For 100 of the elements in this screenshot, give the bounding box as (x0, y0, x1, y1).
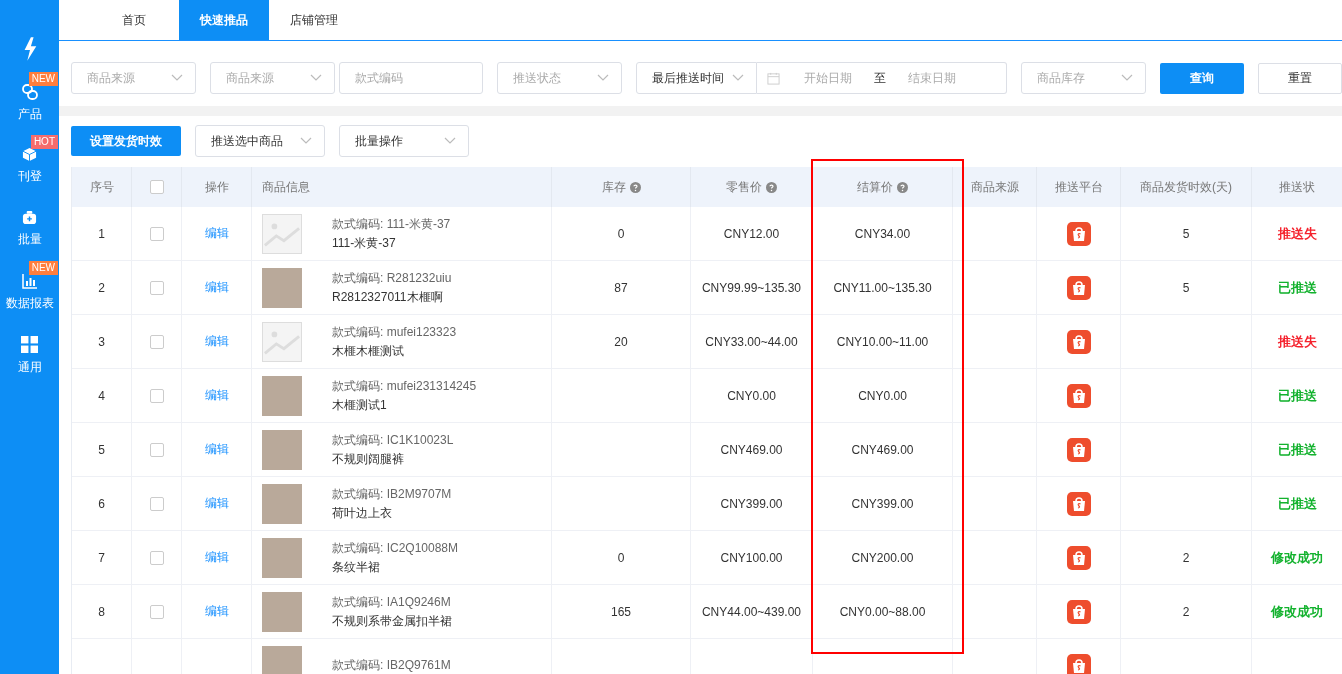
select-all-checkbox[interactable] (149, 180, 164, 194)
linked-rings-icon (21, 84, 38, 100)
product-name: 不规则阔腿裤 (332, 450, 405, 468)
sidebar-item[interactable]: 刊登 (17, 168, 42, 185)
sidebar-badge: NEW (28, 261, 58, 275)
nav-tab[interactable]: 首页 (89, 0, 179, 40)
shipping-days: 5 (1121, 207, 1252, 261)
query-button[interactable]: 查询 (1160, 62, 1244, 94)
dropdown-field[interactable]: 批量操作 (339, 125, 469, 157)
row-number: 2 (72, 261, 132, 315)
chevron-down-icon (300, 137, 312, 145)
row-number: 4 (72, 369, 132, 423)
column-header: 结算价 (857, 178, 893, 196)
product-name: R2812327011木榧啊 (332, 288, 444, 306)
edit-link[interactable]: 编辑 (204, 333, 229, 350)
edit-link[interactable]: 编辑 (204, 387, 229, 404)
row-checkbox[interactable] (149, 388, 164, 403)
retail-price: CNY469.00 (691, 423, 813, 477)
row-number: 8 (72, 585, 132, 639)
photo-placeholder (262, 429, 302, 470)
retail-price: CNY0.00 (691, 369, 813, 423)
settlement-price: CNY399.00 (813, 477, 953, 531)
product-name: 木榧木榧测试 (332, 342, 405, 360)
sidebar-badge: NEW (28, 72, 58, 86)
edit-link[interactable]: 编辑 (204, 603, 229, 620)
row-number: 3 (72, 315, 132, 369)
settlement-price: CNY10.00~11.00 (813, 315, 953, 369)
chevron-down-icon (732, 74, 744, 82)
edit-link[interactable]: 编辑 (204, 225, 229, 242)
grid-icon (21, 336, 38, 353)
product-name: 条纹半裙 (332, 558, 381, 576)
nav-tab[interactable]: 店铺管理 (269, 0, 359, 40)
start-date-placeholder: 开始日期 (804, 69, 852, 87)
row-number: 7 (72, 531, 132, 585)
sidebar-badge: HOT (30, 135, 58, 149)
row-checkbox[interactable] (149, 550, 164, 565)
stock-cell: 165 (552, 585, 691, 639)
product-name: 111-米黄-37 (332, 234, 397, 252)
stock-cell: 20 (552, 315, 691, 369)
dropdown-field[interactable]: 推送选中商品 (195, 125, 325, 157)
product-code: 款式编码: R281232uiu (332, 269, 452, 287)
row-checkbox[interactable] (149, 496, 164, 511)
sidebar-item[interactable]: 数据报表 (5, 295, 54, 312)
date-range-field[interactable]: 开始日期 至 结束日期 (757, 62, 1007, 94)
end-date-placeholder: 结束日期 (908, 69, 956, 87)
set-shipping-button[interactable]: 设置发货时效 (71, 126, 181, 156)
photo-placeholder (262, 591, 302, 632)
sidebar-item[interactable]: 产品 (17, 106, 42, 123)
row-number: 6 (72, 477, 132, 531)
select-field[interactable]: 推送状态 (497, 62, 622, 94)
edit-link[interactable]: 编辑 (204, 441, 229, 458)
image-placeholder-icon (262, 213, 302, 254)
date-separator: 至 (874, 69, 886, 87)
settlement-price: CNY34.00 (813, 207, 953, 261)
product-code: 款式编码: IB2M9707M (332, 485, 452, 503)
chevron-down-icon (1121, 74, 1133, 82)
select-field[interactable]: 商品来源 (71, 62, 196, 94)
push-status: 已推送 (1252, 423, 1342, 477)
column-header: 操作 (204, 178, 229, 196)
product-name: 荷叶边上衣 (332, 504, 393, 522)
settlement-price: CNY200.00 (813, 531, 953, 585)
column-header: 商品来源 (970, 178, 1019, 196)
help-icon (897, 181, 908, 193)
product-code: 款式编码: mufei231314245 (332, 377, 477, 395)
reset-button[interactable]: 重置 (1258, 62, 1342, 94)
column-header: 库存 (601, 178, 626, 196)
column-header: 商品信息 (262, 178, 310, 196)
row-checkbox[interactable] (149, 442, 164, 457)
product-code: 款式编码: IB2Q9761M (332, 657, 451, 674)
push-status: 已推送 (1252, 261, 1342, 315)
retail-price: CNY44.00~439.00 (691, 585, 813, 639)
code-input-field[interactable]: 款式编码 (339, 62, 483, 94)
row-checkbox[interactable] (149, 226, 164, 241)
nav-tab[interactable]: 快速推品 (179, 0, 269, 40)
select-field[interactable]: 商品库存 (1021, 62, 1146, 94)
settlement-price: CNY0.00~88.00 (813, 585, 953, 639)
edit-link[interactable]: 编辑 (204, 495, 229, 512)
column-header: 推送平台 (1054, 178, 1103, 196)
row-number: 1 (72, 207, 132, 261)
column-header: 推送状 (1279, 178, 1315, 196)
stock-cell: 0 (552, 531, 691, 585)
select-field[interactable]: 最后推送时间 (636, 62, 757, 94)
row-checkbox[interactable] (149, 334, 164, 349)
product-code: 款式编码: 111-米黄-37 (332, 215, 451, 233)
sidebar-item[interactable]: 批量 (17, 231, 42, 248)
product-name: 不规则系带金属扣半裙 (332, 612, 452, 630)
photo-placeholder (262, 375, 302, 416)
column-header: 序号 (89, 178, 114, 196)
row-checkbox[interactable] (149, 280, 164, 295)
product-code: 款式编码: IA1Q9246M (332, 593, 452, 611)
product-code: 款式编码: mufei123323 (332, 323, 457, 341)
retail-price: CNY99.99~135.30 (691, 261, 813, 315)
edit-link[interactable]: 编辑 (204, 279, 229, 296)
photo-placeholder (262, 537, 302, 578)
sidebar-item[interactable]: 通用 (17, 359, 42, 376)
stock-cell: 0 (552, 207, 691, 261)
product-code: 款式编码: IC2Q10088M (332, 539, 459, 557)
edit-link[interactable]: 编辑 (204, 549, 229, 566)
row-checkbox[interactable] (149, 604, 164, 619)
select-field[interactable]: 商品来源 (210, 62, 335, 94)
